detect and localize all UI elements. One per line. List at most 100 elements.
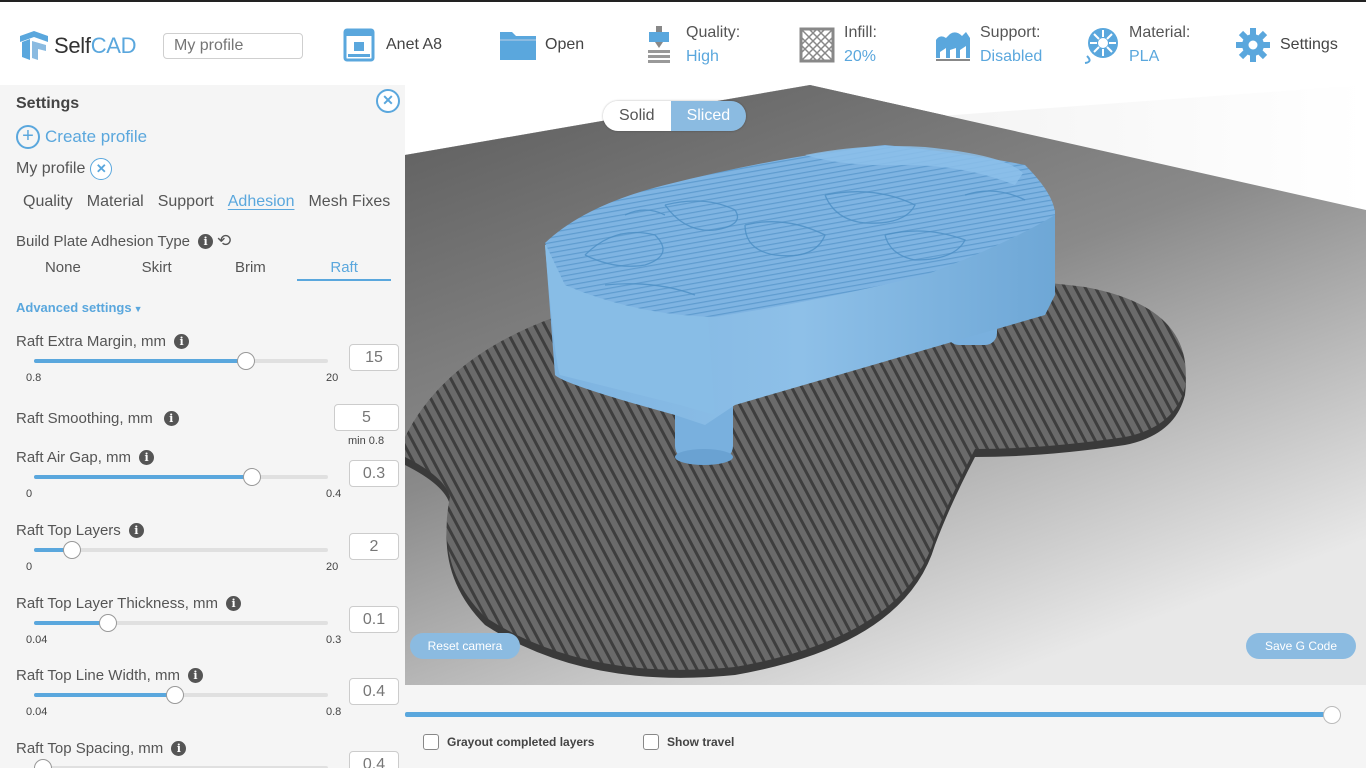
support-button[interactable]: Support: Disabled [934, 20, 1042, 70]
checkbox-box[interactable] [423, 734, 439, 750]
setting-label: Raft Top Layers [16, 522, 121, 539]
slider-fill [34, 359, 246, 363]
reset-camera-button[interactable]: Reset camera [410, 633, 520, 659]
tab-quality[interactable]: Quality [23, 193, 73, 213]
slider-max: 0.8 [326, 706, 342, 718]
top-toolbar: SelfCAD Anet A8 Open [0, 0, 1366, 85]
info-icon[interactable]: i [174, 334, 190, 349]
layer-slider-knob[interactable] [1323, 706, 1341, 724]
value-input[interactable]: 5 [334, 404, 399, 431]
slider-knob[interactable] [242, 468, 261, 486]
3d-viewport[interactable]: Solid Sliced Reset camera Save G Code [405, 85, 1366, 685]
show-travel-checkbox[interactable]: Show travel [643, 734, 734, 750]
info-icon[interactable]: i [198, 233, 214, 249]
setting-label: Raft Air Gap, mm [16, 449, 132, 466]
gear-icon [1234, 26, 1272, 64]
material-label: Material: [1129, 24, 1191, 41]
infill-label: Infill: [844, 24, 877, 41]
adhesion-option-raft[interactable]: Raft [297, 259, 391, 281]
slider-knob[interactable] [166, 686, 185, 704]
min-hint: min 0.8 [348, 435, 385, 447]
value-input[interactable]: 0.4 [349, 751, 399, 768]
quality-button[interactable]: Quality: High [640, 20, 740, 70]
layer-slider-track[interactable] [405, 712, 1333, 717]
view-mode-toggle: Solid Sliced [603, 101, 747, 131]
tab-adhesion[interactable]: Adhesion [228, 193, 295, 213]
info-icon[interactable]: i [226, 596, 242, 611]
slider-track[interactable] [34, 541, 328, 559]
checkbox-box[interactable] [643, 734, 659, 750]
material-button[interactable]: Material: PLA [1083, 20, 1190, 70]
infill-button[interactable]: Infill: 20% [798, 20, 877, 70]
support-value: Disabled [980, 48, 1043, 65]
slider-knob[interactable] [98, 614, 117, 632]
tab-material[interactable]: Material [87, 193, 144, 213]
plus-icon: + [16, 125, 40, 149]
slider-fill [34, 475, 252, 479]
selfcad-logo-icon [20, 31, 48, 60]
view-sliced-button[interactable]: Sliced [670, 101, 747, 131]
profile-name: My profile [16, 160, 86, 177]
advanced-settings-label: Advanced settings [16, 300, 132, 315]
info-icon[interactable]: i [187, 668, 203, 683]
settings-panel: Settings ✕ + Create profile My profile ✕… [0, 85, 405, 768]
info-icon[interactable]: i [139, 450, 155, 465]
setting-label: Raft Extra Margin, mm [16, 333, 167, 350]
view-solid-button[interactable]: Solid [603, 101, 671, 131]
printer-button[interactable]: Anet A8 [340, 20, 442, 70]
value-input[interactable]: 2 [349, 533, 399, 560]
value-input[interactable]: 15 [349, 344, 399, 371]
info-icon[interactable]: i [171, 741, 187, 756]
info-icon[interactable]: i [128, 523, 144, 538]
grayout-completed-layers-checkbox[interactable]: Grayout completed layers [423, 734, 594, 750]
slider-knob[interactable] [33, 759, 52, 768]
layer-controls: Grayout completed layers Show travel [405, 685, 1366, 768]
slider-fill [34, 621, 108, 625]
adhesion-type-options: None Skirt Brim Raft [16, 259, 391, 281]
reset-icon[interactable]: ⟲ [217, 231, 231, 251]
slider-track[interactable] [34, 614, 328, 632]
selfcad-logo[interactable]: SelfCAD [18, 29, 137, 63]
create-profile-label: Create profile [45, 127, 148, 146]
settings-tabs: Quality Material Support Adhesion Mesh F… [16, 193, 404, 213]
grayout-label: Grayout completed layers [447, 735, 595, 749]
delete-profile-button[interactable]: ✕ [90, 158, 113, 180]
infill-icon [798, 26, 836, 64]
value-input[interactable]: 0.1 [349, 606, 399, 633]
advanced-settings-toggle[interactable]: Advanced settings ▼ [16, 300, 143, 315]
slider-track[interactable] [34, 352, 328, 370]
slider-max: 20 [326, 372, 339, 384]
slider-track[interactable] [34, 468, 328, 486]
sliced-model-scene [405, 85, 1366, 685]
tab-mesh-fixes[interactable]: Mesh Fixes [308, 193, 390, 213]
create-profile-button[interactable]: + Create profile [16, 125, 147, 149]
slider-track[interactable] [34, 686, 328, 704]
slider-knob[interactable] [63, 541, 82, 559]
logo-text: SelfCAD [54, 33, 137, 58]
open-button[interactable]: Open [499, 20, 584, 70]
info-icon[interactable]: i [163, 411, 179, 426]
adhesion-option-brim[interactable]: Brim [204, 259, 298, 281]
save-gcode-button[interactable]: Save G Code [1246, 633, 1356, 659]
slider-max: 20 [326, 561, 339, 573]
value-input[interactable]: 0.3 [349, 460, 399, 487]
printer-label: Anet A8 [386, 36, 443, 53]
setting-label: Raft Top Layer Thickness, mm [16, 595, 219, 612]
open-label: Open [545, 36, 585, 53]
tab-support[interactable]: Support [158, 193, 214, 213]
adhesion-option-none[interactable]: None [16, 259, 110, 281]
adhesion-option-skirt[interactable]: Skirt [110, 259, 204, 281]
support-icon [934, 26, 972, 64]
close-panel-button[interactable]: ✕ [376, 89, 400, 113]
settings-button[interactable]: Settings [1234, 20, 1338, 70]
panel-title: Settings [16, 95, 80, 112]
profile-name-input[interactable] [163, 33, 303, 59]
adhesion-type-label: Build Plate Adhesion Type [16, 232, 191, 250]
slider-knob[interactable] [236, 352, 255, 370]
slider-fill [34, 693, 176, 697]
print-head-icon [640, 26, 678, 64]
value-input[interactable]: 0.4 [349, 678, 399, 705]
slider-min: 0 [26, 488, 33, 500]
slider-min: 0.04 [26, 706, 48, 718]
settings-label: Settings [1280, 36, 1338, 53]
